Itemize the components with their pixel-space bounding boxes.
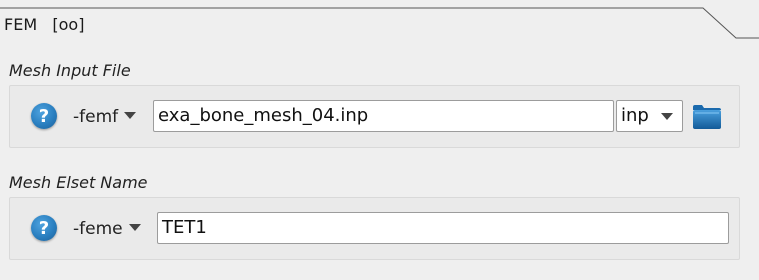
chevron-down-icon — [124, 112, 137, 119]
mesh-elset-name-field[interactable]: TET1 — [157, 212, 729, 244]
feme-flag-dropdown[interactable]: -feme — [73, 218, 141, 240]
femf-flag-dropdown[interactable]: -femf — [73, 106, 137, 128]
tab-fem[interactable]: FEM [oo] — [4, 15, 84, 35]
mesh-input-file-group: ? -femf exa_bone_mesh_04.inp inp — [9, 85, 740, 148]
chevron-down-icon — [128, 224, 141, 231]
mesh-elset-name-title: Mesh Elset Name — [9, 173, 148, 192]
fem-panel: FEM [oo] Mesh Input File ? -femf exa_bon… — [0, 0, 759, 280]
format-select[interactable]: inp — [616, 100, 683, 132]
folder-open-icon[interactable] — [692, 104, 722, 130]
chevron-down-icon — [661, 113, 673, 120]
femf-flag-label: -femf — [73, 107, 119, 127]
tab-outline — [0, 7, 759, 39]
mesh-input-file-field[interactable]: exa_bone_mesh_04.inp — [153, 100, 614, 132]
tab-strip: FEM [oo] — [0, 0, 759, 40]
mesh-input-file-title: Mesh Input File — [9, 61, 131, 80]
feme-flag-label: -feme — [73, 219, 123, 239]
mesh-elset-name-group: ? -feme TET1 — [9, 197, 740, 260]
help-icon[interactable]: ? — [31, 215, 57, 241]
format-select-value: inp — [621, 105, 649, 126]
help-icon[interactable]: ? — [31, 103, 57, 129]
